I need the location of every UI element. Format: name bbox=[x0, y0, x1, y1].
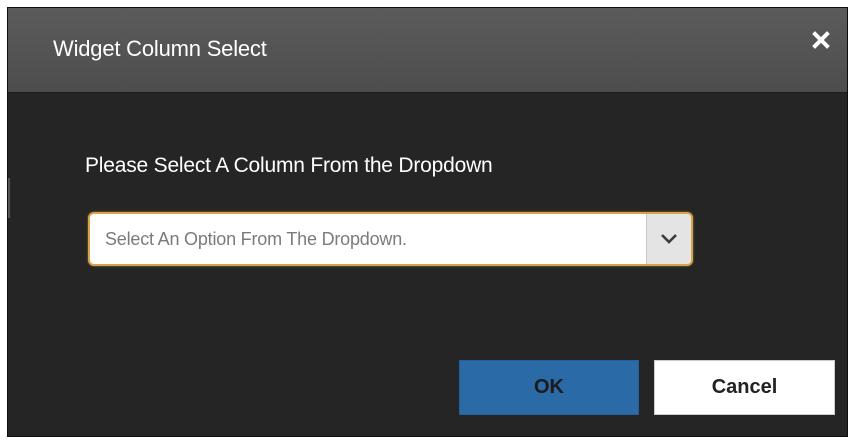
column-dropdown[interactable]: Select An Option From The Dropdown. bbox=[88, 212, 693, 266]
close-icon bbox=[812, 31, 830, 49]
close-button[interactable] bbox=[811, 30, 831, 50]
dialog-prompt: Please Select A Column From the Dropdown bbox=[85, 154, 493, 177]
ok-button[interactable]: OK bbox=[459, 360, 639, 415]
dropdown-toggle[interactable] bbox=[646, 214, 691, 264]
chevron-down-icon bbox=[661, 234, 677, 244]
dialog-titlebar: Widget Column Select bbox=[8, 8, 847, 93]
widget-column-select-dialog: Widget Column Select Please Select A Col… bbox=[7, 7, 848, 437]
dropdown-value: Select An Option From The Dropdown. bbox=[105, 229, 407, 249]
cancel-button[interactable]: Cancel bbox=[654, 360, 835, 415]
dialog-title: Widget Column Select bbox=[53, 36, 267, 61]
window-edge-mark bbox=[8, 178, 10, 218]
